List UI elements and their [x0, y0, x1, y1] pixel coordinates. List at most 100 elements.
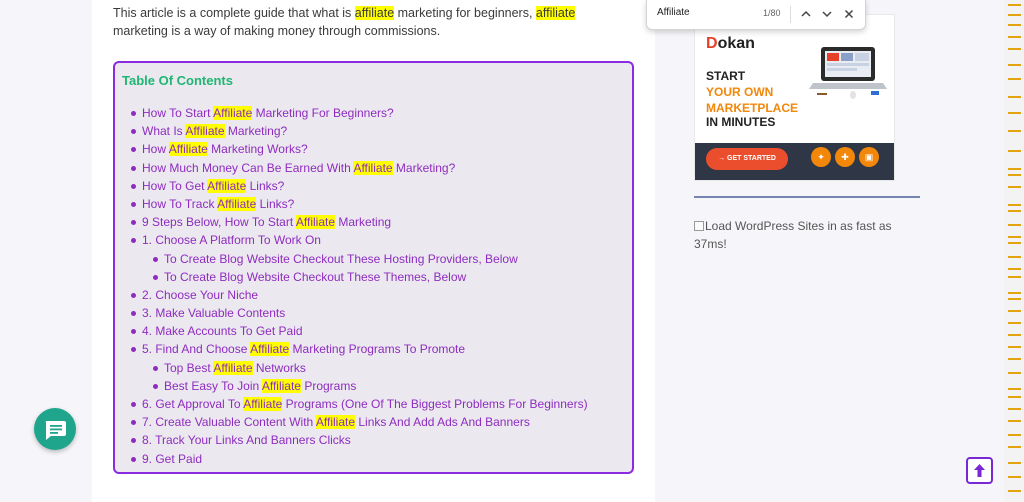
chat-bubble-icon	[45, 421, 66, 440]
ad-footer: → GET STARTED ✦ ✚ ▣	[695, 143, 894, 180]
scrollbar-match-marker	[1008, 150, 1021, 152]
search-highlight: Affiliate	[185, 124, 225, 139]
find-input[interactable]	[657, 7, 747, 18]
search-highlight: affiliate	[535, 6, 576, 20]
toc-item[interactable]: 9. Get Paid	[115, 450, 632, 468]
scrollbar-match-marker	[1008, 346, 1021, 348]
search-highlight: affiliate	[354, 6, 395, 20]
find-match-count: 1/80	[763, 8, 781, 18]
search-highlight: Affiliate	[250, 342, 290, 357]
scrollbar-match-marker	[1008, 24, 1021, 26]
scrollbar-match-marker	[1008, 14, 1021, 16]
scrollbar-match-marker	[1008, 434, 1021, 436]
toc-item[interactable]: 6. Get Approval To Affiliate Programs (O…	[115, 395, 632, 413]
laptop-illustration	[809, 47, 887, 99]
scrollbar-match-marker	[1008, 96, 1021, 98]
scrollbar-match-marker	[1008, 396, 1021, 398]
find-in-page-bar: 1/80	[646, 0, 866, 30]
ad-headline-3: MARKETPLACE	[706, 101, 798, 115]
search-highlight: Affiliate	[207, 178, 247, 193]
sidebar-divider	[694, 196, 920, 198]
arrow-up-icon	[974, 464, 985, 477]
search-highlight: Affiliate	[213, 360, 253, 375]
scrollbar-match-marker	[1008, 186, 1021, 188]
toc-subitem[interactable]: To Create Blog Website Checkout These Ho…	[115, 250, 632, 268]
scrollbar-match-marker	[1008, 408, 1021, 410]
scrollbar-match-marker	[1008, 168, 1021, 170]
scrollbar-match-marker	[1008, 4, 1021, 6]
shop-icon: ▣	[859, 147, 879, 167]
store-icon: ✦	[811, 147, 831, 167]
page-scrollbar[interactable]	[1004, 0, 1024, 502]
scrollbar-match-marker	[1008, 242, 1021, 244]
scrollbar-match-marker	[1008, 112, 1021, 114]
search-highlight: Affiliate	[295, 215, 336, 230]
scrollbar-match-marker	[1008, 446, 1021, 448]
toc-item[interactable]: What Is Affiliate Marketing?	[115, 122, 632, 140]
article-intro: This article is a complete guide that wh…	[113, 6, 576, 38]
scrollbar-match-marker	[1008, 462, 1021, 464]
close-icon[interactable]	[841, 6, 857, 22]
toc-subitem[interactable]: Top Best Affiliate Networks	[115, 359, 632, 377]
search-highlight: Affiliate	[261, 378, 301, 393]
ad-brand-logo: Dokan	[706, 35, 755, 52]
cart-icon: ✚	[835, 147, 855, 167]
scrollbar-match-marker	[1008, 48, 1021, 50]
toc-item[interactable]: 5. Find And Choose Affiliate Marketing P…	[115, 340, 632, 358]
scrollbar-match-marker	[1008, 78, 1021, 80]
scrollbar-match-marker	[1008, 256, 1021, 258]
chat-button[interactable]	[34, 408, 76, 450]
find-separator	[790, 6, 791, 23]
scrollbar-match-marker	[1008, 292, 1021, 294]
ad-headline-1: START	[706, 69, 746, 83]
scrollbar-match-marker	[1008, 130, 1021, 132]
toc-item[interactable]: 9 Steps Below, How To Start Affiliate Ma…	[115, 213, 632, 231]
scrollbar-match-marker	[1008, 476, 1021, 478]
broken-image-alt[interactable]: Load WordPress Sites in as fast as 37ms!	[694, 217, 914, 253]
search-highlight: Affiliate	[353, 160, 393, 175]
toc-title: Table Of Contents	[122, 73, 233, 88]
scrollbar-match-marker	[1008, 64, 1021, 66]
toc-item[interactable]: 7. Create Valuable Content With Affiliat…	[115, 413, 632, 431]
scrollbar-match-marker	[1008, 490, 1021, 492]
ad-headline-2: YOUR OWN	[706, 85, 774, 99]
scrollbar-match-marker	[1008, 310, 1021, 312]
scrollbar-match-marker	[1008, 268, 1021, 270]
toc-item[interactable]: How To Start Affiliate Marketing For Beg…	[115, 104, 632, 122]
scrollbar-match-marker	[1008, 204, 1021, 206]
scrollbar-match-marker	[1008, 322, 1021, 324]
scrollbar-match-marker	[1008, 210, 1021, 212]
toc-item[interactable]: 8. Track Your Links And Banners Clicks	[115, 431, 632, 449]
scrollbar-match-marker	[1008, 36, 1021, 38]
toc-item[interactable]: How To Get Affiliate Links?	[115, 177, 632, 195]
toc-subitem[interactable]: Best Easy To Join Affiliate Programs	[115, 377, 632, 395]
toc-item[interactable]: How Much Money Can Be Earned With Affili…	[115, 159, 632, 177]
article-content: This article is a complete guide that wh…	[92, 0, 655, 502]
scrollbar-match-marker	[1008, 358, 1021, 360]
broken-image-icon	[694, 221, 704, 231]
toc-item[interactable]: How To Track Affiliate Links?	[115, 195, 632, 213]
toc-item[interactable]: 4. Make Accounts To Get Paid	[115, 322, 632, 340]
search-highlight: Affiliate	[217, 196, 257, 211]
back-to-top-button[interactable]	[966, 457, 993, 484]
toc-item[interactable]: 3. Make Valuable Contents	[115, 304, 632, 322]
get-started-button[interactable]: → GET STARTED	[706, 148, 788, 170]
scrollbar-match-marker	[1008, 298, 1021, 300]
scrollbar-match-marker	[1008, 372, 1021, 374]
scrollbar-match-marker	[1008, 236, 1021, 238]
toc-item[interactable]: 2. Choose Your Niche	[115, 286, 632, 304]
chevron-down-icon[interactable]	[819, 6, 835, 22]
scrollbar-match-marker	[1008, 276, 1021, 278]
toc-item[interactable]: How Affiliate Marketing Works?	[115, 140, 632, 158]
scrollbar-match-marker	[1008, 174, 1021, 176]
scrollbar-match-marker	[1008, 420, 1021, 422]
toc-subitem[interactable]: To Create Blog Website Checkout These Th…	[115, 268, 632, 286]
search-highlight: Affiliate	[213, 106, 253, 120]
ad-headline-4: IN MINUTES	[706, 115, 776, 129]
search-highlight: Affiliate	[315, 415, 356, 430]
scrollbar-match-marker	[1008, 224, 1021, 226]
chevron-up-icon[interactable]	[798, 6, 814, 22]
dokan-ad-banner[interactable]: Dokan START YOUR OWN MARKETPLACE IN MINU…	[694, 14, 895, 181]
scrollbar-match-marker	[1008, 334, 1021, 336]
toc-item[interactable]: 1. Choose A Platform To Work On	[115, 231, 632, 249]
